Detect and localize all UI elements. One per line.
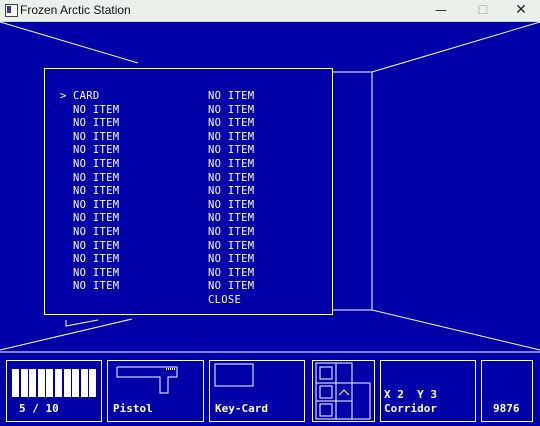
wall-edge-bottom-right — [371, 309, 540, 351]
location-name: Corridor — [384, 402, 437, 415]
inventory-slot[interactable]: NO ITEM — [208, 267, 254, 281]
inventory-column-right: NO ITEM NO ITEM NO ITEM NO ITEM NO ITEM … — [208, 90, 254, 308]
selection-cursor: > — [60, 90, 67, 102]
inventory-slot[interactable]: NO ITEM — [208, 185, 254, 199]
inventory-slot[interactable]: NO ITEM — [60, 131, 119, 145]
minimap-panel[interactable] — [312, 360, 375, 422]
ammo-segment — [20, 369, 28, 397]
close-inventory-button[interactable]: CLOSE — [208, 294, 254, 308]
weapon-label: Pistol — [113, 402, 153, 415]
inventory-slot[interactable]: NO ITEM — [60, 240, 119, 254]
ammo-segment — [29, 369, 37, 397]
inventory-slot[interactable]: NO ITEM — [208, 144, 254, 158]
ammo-segment — [55, 369, 62, 397]
minimap-icon — [315, 362, 371, 420]
ammo-segment — [72, 369, 80, 397]
ammo-count: 5 / 10 — [19, 402, 59, 415]
score-panel: 9876 — [481, 360, 533, 422]
inventory-slot[interactable]: NO ITEM — [208, 117, 254, 131]
coordinates-readout: X 2 Y 3 — [384, 388, 437, 401]
pistol-icon — [116, 366, 178, 394]
inventory-slot[interactable]: NO ITEM — [60, 185, 119, 199]
card-icon — [214, 363, 254, 387]
location-panel: X 2 Y 3 Corridor — [380, 360, 476, 422]
inventory-slot[interactable]: NO ITEM — [60, 280, 119, 294]
inventory-slot[interactable]: NO ITEM — [60, 117, 119, 131]
item-label: Key-Card — [215, 402, 268, 415]
wall-edge-top-left — [0, 21, 139, 64]
inventory-slot[interactable]: NO ITEM — [60, 267, 119, 281]
floor-marker — [65, 319, 99, 327]
inventory-slot[interactable]: NO ITEM — [208, 90, 254, 104]
inventory-slot[interactable]: NO ITEM — [60, 172, 119, 186]
inventory-slot[interactable]: NO ITEM — [208, 104, 254, 118]
inventory-slot[interactable]: NO ITEM — [208, 172, 254, 186]
ammo-segment — [46, 369, 54, 397]
item-panel[interactable]: Key-Card — [209, 360, 305, 422]
inventory-slot[interactable]: NO ITEM — [208, 131, 254, 145]
inventory-slot[interactable]: NO ITEM — [208, 240, 254, 254]
weapon-panel[interactable]: Pistol — [107, 360, 204, 422]
ammo-segment — [63, 369, 71, 397]
inventory-slot[interactable]: NO ITEM — [60, 212, 119, 226]
inventory-slot[interactable]: NO ITEM — [208, 226, 254, 240]
inventory-column-left: > CARD NO ITEM NO ITEM NO ITEM NO ITEM NO… — [60, 90, 119, 294]
inventory-slot[interactable]: NO ITEM — [60, 226, 119, 240]
ammo-segment — [12, 369, 19, 397]
inventory-slot[interactable]: NO ITEM — [60, 104, 119, 118]
inventory-slot[interactable]: NO ITEM — [208, 280, 254, 294]
score-value: 9876 — [493, 402, 520, 415]
inventory-slot[interactable]: NO ITEM — [60, 199, 119, 213]
inventory-slot[interactable]: NO ITEM — [208, 212, 254, 226]
wall-edge-top-right — [371, 21, 540, 73]
doorway-frame — [332, 71, 373, 311]
ammo-panel: 5 / 10 — [6, 360, 102, 422]
inventory-slot[interactable]: NO ITEM — [60, 253, 119, 267]
inventory-slot[interactable]: NO ITEM — [60, 158, 119, 172]
ammo-segment — [80, 369, 88, 397]
inventory-slot[interactable]: NO ITEM — [208, 199, 254, 213]
inventory-slot[interactable]: NO ITEM — [208, 158, 254, 172]
inventory-slot[interactable]: > CARD — [60, 90, 119, 104]
ammo-segment — [89, 369, 97, 397]
inventory-panel: > CARD NO ITEM NO ITEM NO ITEM NO ITEM NO… — [44, 68, 333, 315]
ammo-segment — [37, 369, 45, 397]
inventory-slot[interactable]: NO ITEM — [60, 144, 119, 158]
inventory-slot[interactable]: NO ITEM — [208, 253, 254, 267]
